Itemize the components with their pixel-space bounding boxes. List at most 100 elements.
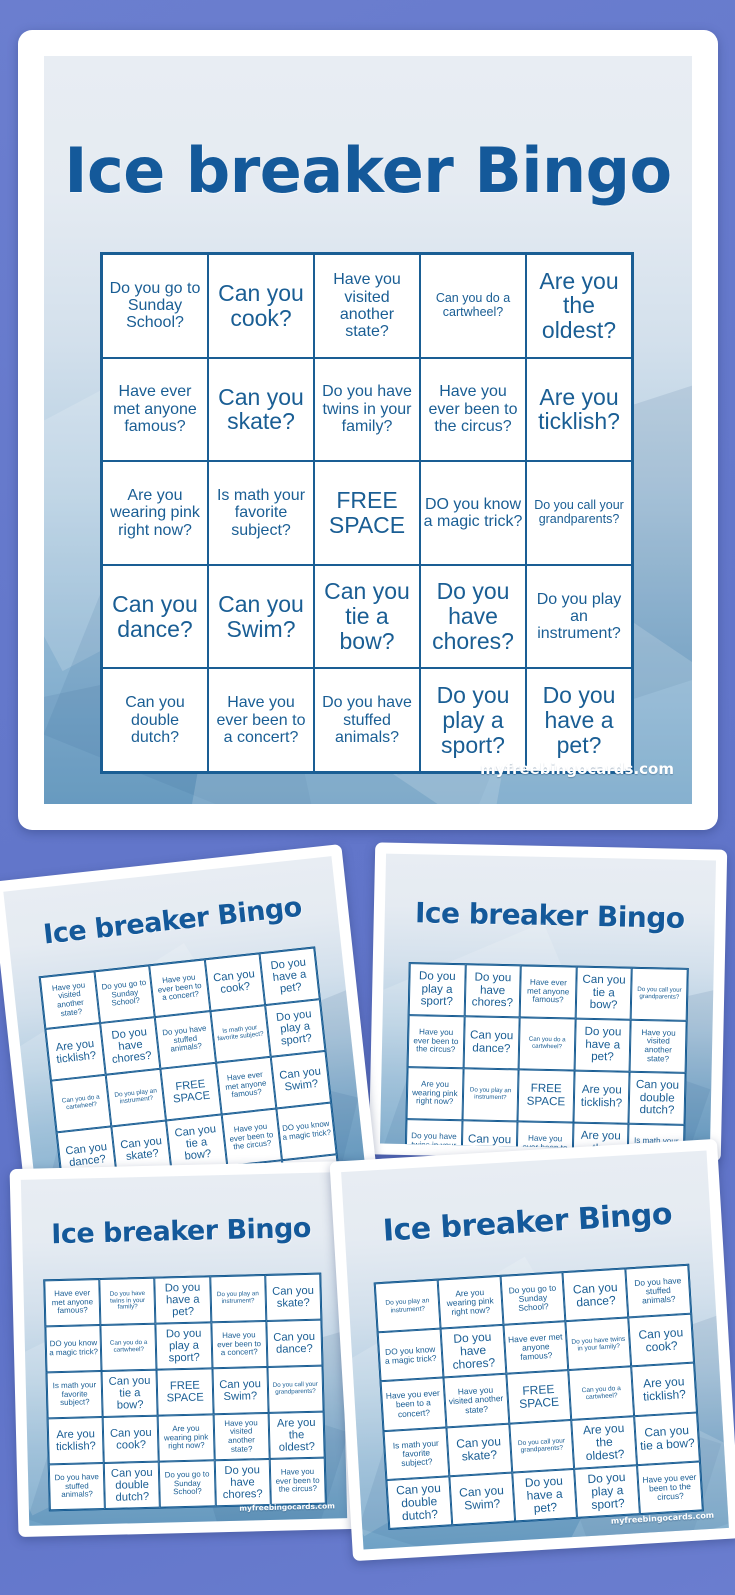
- bingo-cell[interactable]: Have ever met anyone famous?: [44, 1279, 101, 1327]
- bingo-cell[interactable]: Have you ever been to the circus?: [637, 1461, 703, 1515]
- bingo-cell[interactable]: Have you ever been to a concert?: [208, 668, 314, 772]
- bingo-cell[interactable]: Do you play an instrument?: [462, 1068, 519, 1122]
- bingo-cell[interactable]: Is math your favorite subject?: [208, 461, 314, 565]
- bingo-cell[interactable]: Have you ever been to the circus?: [420, 357, 526, 462]
- bingo-cell[interactable]: DO you know a magic trick?: [420, 461, 526, 565]
- bingo-cell[interactable]: Have you visited another state?: [629, 1019, 687, 1073]
- bingo-cell[interactable]: Do you have chores?: [214, 1458, 271, 1507]
- bingo-cell[interactable]: Can you do a cartwheel?: [568, 1366, 635, 1420]
- bingo-grid[interactable]: Do you go to Sunday School? Can you cook?…: [100, 252, 634, 774]
- bingo-cell[interactable]: FREE SPACE: [517, 1069, 575, 1123]
- bingo-cell[interactable]: Are you ticklish?: [631, 1362, 697, 1416]
- bingo-card-thumbnail-4[interactable]: Ice breaker Bingo Do you play an instrum…: [329, 1138, 735, 1562]
- bingo-cell[interactable]: Are you the oldest?: [526, 254, 632, 358]
- bingo-cell[interactable]: Can you cook?: [204, 953, 265, 1012]
- bingo-cell[interactable]: Have you ever been to the circus?: [269, 1457, 326, 1505]
- bingo-cell[interactable]: DO you know a magic trick?: [377, 1328, 444, 1382]
- bingo-card-thumbnail-1[interactable]: Ice breaker Bingo Have you visited anoth…: [0, 843, 377, 1211]
- bingo-cell[interactable]: Are you the oldest?: [268, 1411, 325, 1459]
- bingo-cell[interactable]: Do you go to Sunday School?: [500, 1272, 566, 1326]
- bingo-cell[interactable]: Are you ticklish?: [45, 1023, 106, 1081]
- bingo-cell[interactable]: Can you dance?: [463, 1016, 520, 1070]
- bingo-cell[interactable]: Do you have twins in your family?: [314, 357, 420, 462]
- bingo-cell[interactable]: Have ever met anyone famous?: [215, 1056, 277, 1115]
- bingo-cell[interactable]: Do you play an instrument?: [209, 1274, 267, 1323]
- bingo-cell[interactable]: Can you tie a bow?: [101, 1369, 159, 1418]
- bingo-cell[interactable]: Are you ticklish?: [526, 357, 632, 462]
- bingo-cell[interactable]: Have you ever been to the circus?: [407, 1015, 465, 1069]
- bingo-cell[interactable]: Can you skate?: [265, 1273, 322, 1321]
- bingo-cell[interactable]: FREE SPACE: [505, 1370, 572, 1424]
- bingo-cell[interactable]: Is math your favorite subject?: [210, 1005, 271, 1063]
- bingo-cell[interactable]: Do you have chores?: [440, 1325, 506, 1378]
- bingo-cell[interactable]: Have you ever been to a concert?: [210, 1320, 268, 1369]
- bingo-cell[interactable]: Do you have stuffed animals?: [155, 1011, 216, 1069]
- bingo-cell[interactable]: Do you call your grandparents?: [631, 967, 688, 1021]
- bingo-card-thumbnail-3[interactable]: Ice breaker Bingo Have ever met anyone f…: [9, 1160, 359, 1538]
- bingo-cell[interactable]: Is math your favorite subject?: [383, 1426, 450, 1480]
- bingo-cell[interactable]: Can you do a cartwheel?: [100, 1323, 157, 1372]
- bingo-cell[interactable]: Do you play an instrument?: [526, 564, 632, 669]
- bingo-cell[interactable]: Do you play an instrument?: [374, 1279, 441, 1333]
- bingo-cell[interactable]: Do you play an instrument?: [105, 1068, 167, 1127]
- bingo-cell[interactable]: Do you have chores?: [464, 964, 521, 1018]
- bingo-cell[interactable]: FREE SPACE: [160, 1062, 222, 1121]
- bingo-cell[interactable]: Can you cook?: [628, 1313, 695, 1367]
- bingo-cell[interactable]: Do you play a sport?: [420, 668, 526, 772]
- bingo-cell[interactable]: Do you have stuffed animals?: [48, 1462, 106, 1511]
- bingo-cell[interactable]: Can you cook?: [208, 254, 314, 358]
- bingo-grid[interactable]: Do you play a sport? Do you have chores? H…: [403, 962, 689, 1151]
- bingo-cell[interactable]: Do you have a pet?: [574, 1018, 632, 1072]
- bingo-cell[interactable]: Are you ticklish?: [47, 1417, 104, 1465]
- bingo-cell[interactable]: Have ever met anyone famous?: [503, 1321, 569, 1375]
- bingo-card-thumbnail-2[interactable]: Ice breaker Bingo Do you play a sport? Do…: [368, 842, 728, 1162]
- bingo-cell[interactable]: Do you have chores?: [420, 564, 526, 669]
- bingo-cell[interactable]: Can you double dutch?: [628, 1071, 686, 1125]
- main-bingo-card[interactable]: Ice breaker Bingo Do you go to Sunday Sc…: [18, 30, 718, 830]
- bingo-cell[interactable]: Do you go to Sunday School?: [159, 1460, 216, 1508]
- bingo-cell[interactable]: Have you ever been to a concert?: [149, 959, 211, 1018]
- bingo-cell[interactable]: Do you have chores?: [100, 1017, 161, 1075]
- bingo-cell[interactable]: Can you tie a bow?: [314, 564, 420, 669]
- bingo-cell[interactable]: Can you skate?: [208, 357, 314, 462]
- bingo-cell[interactable]: Can you cook?: [102, 1415, 160, 1463]
- bingo-cell[interactable]: Do you play a sport?: [264, 999, 326, 1057]
- bingo-grid[interactable]: Have ever met anyone famous? Do you have …: [43, 1272, 327, 1512]
- bingo-cell[interactable]: DO you know a magic trick?: [45, 1325, 102, 1373]
- bingo-grid[interactable]: Have you visited another state? Do you go…: [38, 946, 344, 1198]
- bingo-cell[interactable]: Can you cook?: [461, 1120, 518, 1151]
- bingo-cell[interactable]: Do you have a pet?: [154, 1276, 211, 1324]
- bingo-cell[interactable]: Can you double dutch?: [103, 1461, 161, 1509]
- bingo-cell[interactable]: Are you ticklish?: [573, 1070, 630, 1124]
- bingo-cell[interactable]: Can you tie a bow?: [634, 1412, 700, 1465]
- bingo-cell[interactable]: Can you double dutch?: [386, 1476, 453, 1529]
- bingo-cell[interactable]: Can you Swim?: [449, 1472, 515, 1526]
- bingo-cell[interactable]: Do you have a pet?: [511, 1468, 578, 1522]
- bingo-cell[interactable]: Have ever met anyone famous?: [519, 965, 577, 1019]
- bingo-cell[interactable]: Do you have twins in your family?: [405, 1119, 463, 1151]
- bingo-cell[interactable]: FREE SPACE: [156, 1368, 214, 1416]
- bingo-cell[interactable]: Is math your favorite subject?: [46, 1371, 103, 1419]
- bingo-cell[interactable]: Do you call your grandparents?: [526, 461, 632, 565]
- bingo-cell[interactable]: Are you wearing pink right now?: [158, 1414, 215, 1462]
- bingo-cell[interactable]: Can you do a cartwheel?: [518, 1017, 576, 1071]
- bingo-cell[interactable]: Have you visited another state?: [39, 971, 101, 1029]
- bingo-cell[interactable]: DO you know a magic trick?: [276, 1102, 337, 1161]
- bingo-cell[interactable]: Can you Swim?: [270, 1050, 332, 1109]
- bingo-cell[interactable]: Do you have twins in your family?: [565, 1317, 632, 1371]
- bingo-cell[interactable]: Have you visited another state?: [314, 254, 420, 358]
- bingo-cell[interactable]: Can you skate?: [446, 1423, 512, 1477]
- bingo-cell[interactable]: Are you wearing pink right now?: [406, 1067, 464, 1121]
- bingo-cell[interactable]: Do you go to Sunday School?: [94, 965, 156, 1024]
- bingo-cell[interactable]: Do you have twins in your family?: [99, 1277, 156, 1326]
- bingo-cell[interactable]: Have ever met anyone famous?: [102, 357, 208, 462]
- bingo-cell[interactable]: Do you have stuffed animals?: [314, 668, 420, 772]
- bingo-cell[interactable]: Can you double dutch?: [102, 668, 208, 772]
- bingo-cell[interactable]: Have you visited another state?: [443, 1374, 509, 1427]
- bingo-cell[interactable]: Do you call your grandparents?: [508, 1419, 575, 1473]
- bingo-cell[interactable]: Do you go to Sunday School?: [102, 254, 208, 358]
- bingo-cell[interactable]: Have you ever been to a concert?: [516, 1121, 574, 1151]
- bingo-cell[interactable]: Can you dance?: [266, 1319, 323, 1367]
- bingo-cell[interactable]: Can you do a cartwheel?: [420, 254, 526, 358]
- bingo-cell[interactable]: Have you ever been to the circus?: [221, 1108, 282, 1167]
